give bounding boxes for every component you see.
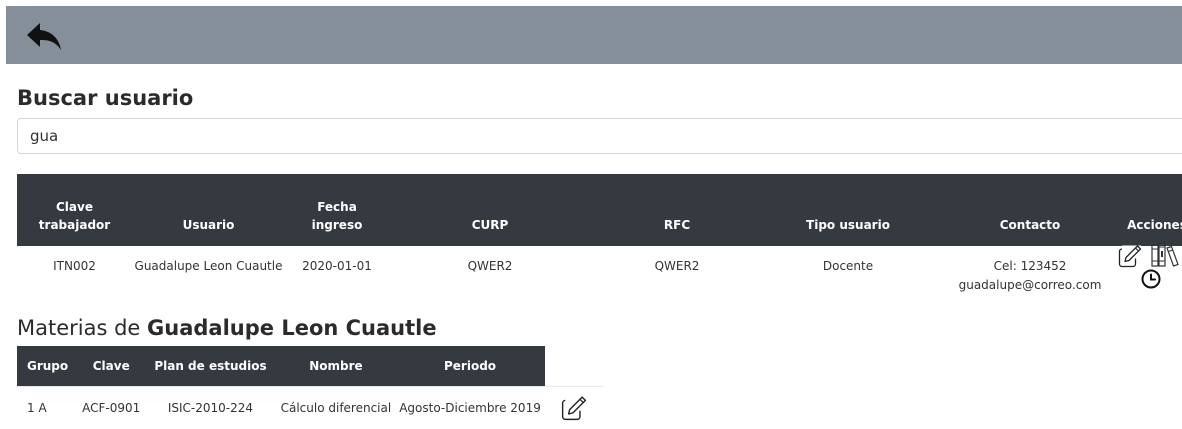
- header-rfc: RFC: [591, 174, 763, 246]
- header-usuario: Usuario: [132, 174, 285, 246]
- users-table: Clave trabajador Usuario Fecha ingreso C…: [17, 174, 1182, 314]
- cell-edit: [545, 387, 603, 429]
- header-plan: Plan de estudios: [144, 346, 276, 387]
- header-fecha-ingreso: Fecha ingreso: [285, 174, 389, 246]
- users-table-header: Clave trabajador Usuario Fecha ingreso C…: [17, 174, 1182, 246]
- table-row: ITN002 Guadalupe Leon Cuautle 2020-01-01…: [17, 246, 1182, 314]
- header-nombre: Nombre: [277, 346, 396, 387]
- edit-user-pencil-icon[interactable]: [1118, 244, 1142, 268]
- materias-table-header: Grupo Clave Plan de estudios Nombre Peri…: [17, 346, 603, 387]
- cell-rfc: QWER2: [591, 246, 763, 314]
- header-acciones: Acciones: [1127, 174, 1182, 246]
- header-periodo: Periodo: [395, 346, 545, 387]
- cell-clave: ITN002: [17, 246, 132, 314]
- table-row: 1 A ACF-0901 ISIC-2010-224 Cálculo difer…: [17, 387, 603, 429]
- contact-email: guadalupe@correo.com: [959, 278, 1102, 292]
- header-edit-spacer: [545, 346, 603, 387]
- header-clave: Clave: [78, 346, 144, 387]
- cell-fecha: 2020-01-01: [285, 246, 389, 314]
- header-curp: CURP: [389, 174, 591, 246]
- header-contacto: Contacto: [933, 174, 1127, 246]
- header-grupo: Grupo: [17, 346, 78, 387]
- cell-clave: ACF-0901: [78, 387, 144, 429]
- search-title: Buscar usuario: [17, 86, 193, 110]
- materias-title: Materias de Guadalupe Leon Cuautle: [17, 316, 437, 340]
- cell-plan: ISIC-2010-224: [144, 387, 276, 429]
- cell-periodo: Agosto-Diciembre 2019: [395, 387, 545, 429]
- header-tipo-usuario: Tipo usuario: [763, 174, 933, 246]
- cell-curp: QWER2: [389, 246, 591, 314]
- back-arrow-icon[interactable]: [24, 20, 64, 52]
- clock-icon[interactable]: [1140, 268, 1162, 290]
- header-clave-trabajador: Clave trabajador: [17, 174, 132, 246]
- edit-materia-pencil-icon[interactable]: [561, 395, 587, 421]
- materias-user-name: Guadalupe Leon Cuautle: [147, 316, 437, 340]
- cell-contacto: Cel: 123452 guadalupe@correo.com: [933, 246, 1127, 314]
- materias-table: Grupo Clave Plan de estudios Nombre Peri…: [17, 346, 603, 429]
- search-input[interactable]: [17, 118, 1182, 154]
- cell-grupo: 1 A: [17, 387, 78, 429]
- books-icon[interactable]: [1150, 242, 1180, 268]
- contact-phone: Cel: 123452: [994, 259, 1067, 273]
- cell-tipo: Docente: [763, 246, 933, 314]
- cell-usuario: Guadalupe Leon Cuautle: [132, 246, 285, 314]
- cell-nombre: Cálculo diferencial: [277, 387, 396, 429]
- top-bar: [6, 6, 1182, 64]
